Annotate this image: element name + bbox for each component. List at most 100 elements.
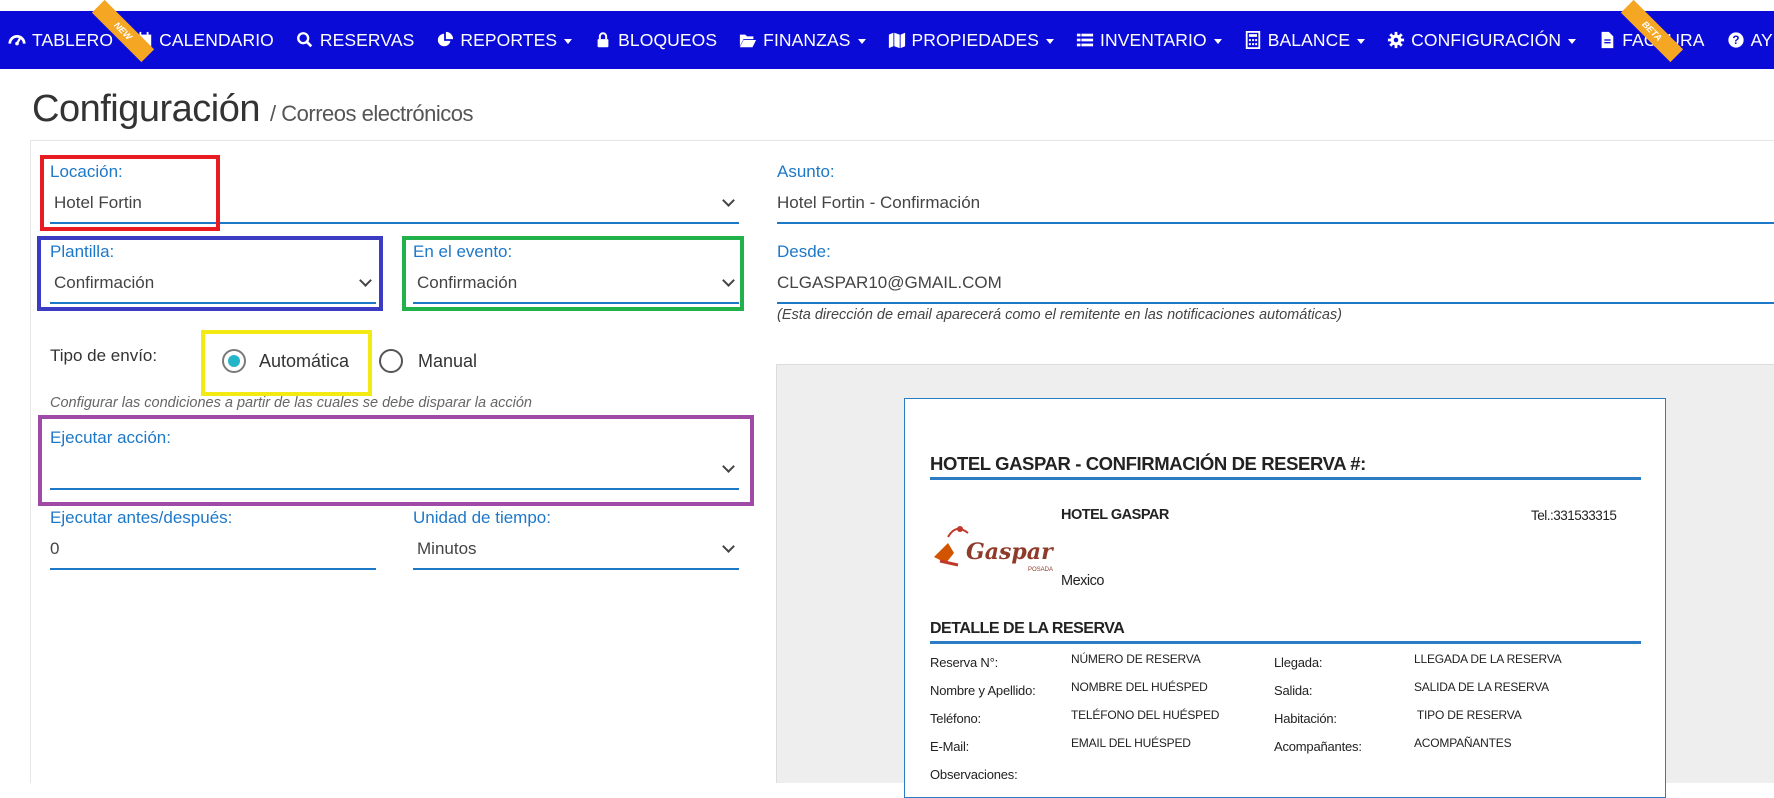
event-value: Confirmación <box>417 273 518 292</box>
preview-row-label: Nombre y Apellido: <box>930 683 1036 698</box>
preview-row-value: TIPO DE RESERVA <box>1414 708 1522 722</box>
hotel-logo: Gaspar Inn POSADA <box>934 526 1056 573</box>
template-underline <box>50 302 376 304</box>
panel-border-top <box>30 140 1774 141</box>
time-unit-label: Unidad de tiempo: <box>413 508 551 527</box>
nav-label: INVENTARIO <box>1100 29 1207 50</box>
page-title: Configuración / Correos electrónicos <box>32 88 474 131</box>
chevron-down-icon <box>1357 38 1366 44</box>
chevron-down-icon <box>1046 38 1055 44</box>
radio-manual[interactable] <box>379 349 403 373</box>
location-label: Locación: <box>50 162 123 181</box>
nav-reservas[interactable]: RESERVAS <box>296 30 415 51</box>
dashboard-icon <box>8 35 26 46</box>
logo-text: Gaspar Inn <box>966 539 1056 565</box>
preview-row-label: Llegada: <box>1274 655 1323 670</box>
question-icon: ? <box>1727 32 1744 48</box>
nav-configuracion[interactable]: CONFIGURACIÓN <box>1387 29 1577 51</box>
preview-row-value: TELÉFONO DEL HUÉSPED <box>1071 708 1220 722</box>
time-unit-underline <box>413 568 739 570</box>
chevron-down-icon <box>722 540 735 553</box>
nav-calendario[interactable]: CALENDARIO <box>135 30 274 51</box>
chevron-down-icon <box>857 38 866 44</box>
subject-underline <box>777 222 1774 224</box>
time-unit-select[interactable]: Unidad de tiempo: Minutos <box>413 508 739 570</box>
preview-row-value: SALIDA DE LA RESERVA <box>1414 680 1549 694</box>
nav-reportes[interactable]: REPORTES <box>436 30 573 51</box>
conditions-hint: Configurar las condiciones a partir de l… <box>50 395 532 411</box>
nav-bloqueos[interactable]: BLOQUEOS <box>594 30 717 51</box>
chevron-down-icon <box>1213 38 1222 44</box>
nav-label: CALENDARIO <box>159 29 274 50</box>
chevron-down-icon <box>359 274 372 287</box>
radio-automatica[interactable] <box>222 349 246 373</box>
before-after-input[interactable]: Ejecutar antes/después: 0 <box>50 508 376 570</box>
preview-row-label: Observaciones: <box>930 767 1018 782</box>
preview-row-value: ACOMPAÑANTES <box>1414 736 1512 750</box>
page-title-text: Configuración <box>32 88 260 130</box>
nav-label: CONFIGURACIÓN <box>1411 29 1562 50</box>
gear-icon <box>1388 31 1405 49</box>
action-select[interactable]: Ejecutar acción: <box>50 428 739 490</box>
preview-heading-rule <box>930 477 1641 480</box>
preview-row-value: NOMBRE DEL HUÉSPED <box>1071 680 1208 694</box>
logo-sub: POSADA <box>1028 567 1053 573</box>
preview-heading: HOTEL GASPAR - CONFIRMACIÓN DE RESERVA #… <box>930 453 1366 474</box>
template-select[interactable]: Plantilla: Confirmación <box>50 242 376 304</box>
time-unit-value: Minutos <box>417 539 477 558</box>
before-after-label: Ejecutar antes/después: <box>50 508 233 527</box>
subject-input[interactable]: Asunto: Hotel Fortin - Confirmación <box>777 162 1774 224</box>
nav-label: AYUDA <box>1750 29 1774 50</box>
radio-manual-label[interactable]: Manual <box>418 351 477 372</box>
preview-row-value: LLEGADA DE LA RESERVA <box>1414 652 1562 666</box>
chevron-down-icon <box>722 274 735 287</box>
top-navbar: TABLERO CALENDARIO RESERVAS REPORTES BLO… <box>0 11 1774 69</box>
nav-label: TABLERO <box>32 29 114 50</box>
document-icon <box>1601 31 1614 49</box>
template-value: Confirmación <box>54 273 155 292</box>
pie-chart-icon <box>438 31 454 47</box>
nav-propiedades[interactable]: PROPIEDADES <box>888 30 1055 51</box>
from-input[interactable]: Desde: CLGASPAR10@GMAIL.COM <box>777 242 1774 304</box>
panel-border-left <box>30 140 31 783</box>
nav-ayuda[interactable]: ? AYUDA <box>1727 30 1774 51</box>
map-icon <box>888 32 905 49</box>
action-underline <box>50 488 739 490</box>
event-label: En el evento: <box>413 242 513 261</box>
preview-details-heading: DETALLE DE LA RESERVA <box>930 620 1125 637</box>
preview-row-value: NÚMERO DE RESERVA <box>1071 652 1201 666</box>
chevron-down-icon <box>722 460 735 473</box>
event-select[interactable]: En el evento: Confirmación <box>413 242 739 304</box>
preview-row-label: Teléfono: <box>930 711 981 726</box>
nav-inventario[interactable]: INVENTARIO <box>1076 30 1222 51</box>
action-label: Ejecutar acción: <box>50 428 171 447</box>
search-icon <box>296 32 313 48</box>
preview-row-label: E-Mail: <box>930 739 970 754</box>
location-select[interactable]: Locación: Hotel Fortin <box>50 162 739 224</box>
location-underline <box>50 222 739 224</box>
preview-hotel-name: HOTEL GASPAR <box>1061 507 1169 523</box>
nav-label: RESERVAS <box>319 29 415 50</box>
from-underline <box>777 302 1774 304</box>
nav-finanzas[interactable]: FINANZAS <box>739 30 866 51</box>
svg-text:?: ? <box>1732 34 1739 47</box>
radio-automatica-label[interactable]: Automática <box>259 351 349 372</box>
calculator-icon <box>1245 31 1260 49</box>
preview-details-rule <box>930 641 1641 644</box>
preview-country: Mexico <box>1061 573 1104 589</box>
preview-row-label: Reserva N°: <box>930 655 999 670</box>
preview-row-label: Acompañantes: <box>1274 739 1362 754</box>
nav-balance[interactable]: BALANCE <box>1244 30 1366 51</box>
nav-tablero[interactable]: TABLERO <box>8 30 113 51</box>
nav-label: PROPIEDADES <box>911 29 1040 50</box>
from-hint: (Esta dirección de email aparecerá como … <box>777 307 1342 323</box>
folder-open-icon <box>740 34 757 48</box>
template-label: Plantilla: <box>50 242 115 261</box>
preview-row-label: Habitación: <box>1274 711 1337 726</box>
send-type-label: Tipo de envío: <box>50 346 158 365</box>
email-preview-document: HOTEL GASPAR - CONFIRMACIÓN DE RESERVA #… <box>904 398 1666 798</box>
chevron-down-icon <box>564 38 573 44</box>
preview-row-label: Salida: <box>1274 683 1313 698</box>
nav-label: BLOQUEOS <box>618 29 718 50</box>
subject-label: Asunto: <box>777 162 835 181</box>
